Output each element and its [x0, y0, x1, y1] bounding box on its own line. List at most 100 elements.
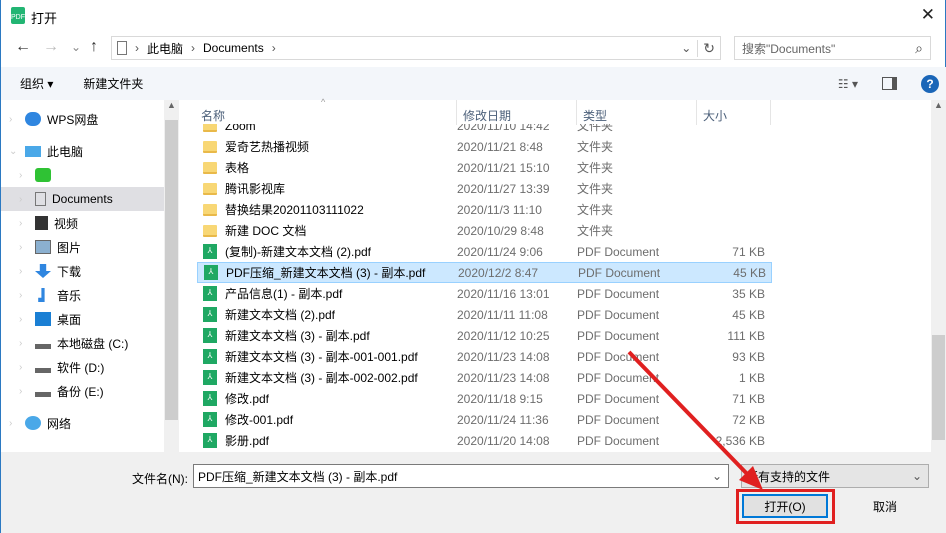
file-name: 爱奇艺热播视频 — [225, 140, 310, 154]
title-bar: PDF 打开 ✕ — [1, 0, 946, 32]
pdf-file-icon: ⅄ — [203, 391, 217, 406]
chevron-right-icon[interactable]: › — [9, 418, 12, 429]
refresh-button[interactable]: ↻ — [697, 39, 720, 57]
sidebar-item-label: 图片 — [57, 240, 82, 255]
file-list-scrollbar[interactable]: ▲ — [931, 100, 946, 452]
cancel-button[interactable]: 取消 — [841, 494, 929, 518]
sidebar-item[interactable]: › WPS网盘 — [1, 107, 164, 131]
file-type-filter[interactable]: 所有支持的文件 ⌄ — [741, 464, 929, 488]
file-row[interactable]: ⅄ 新建文本文档 (3) - 副本-002-002.pdf 2020/11/23 1… — [197, 367, 772, 388]
back-button[interactable]: ← — [15, 38, 31, 56]
chevron-right-icon[interactable]: › — [19, 314, 22, 325]
sidebar-item[interactable]: › 软件 (D:) — [1, 355, 164, 379]
file-type-filter-value: 所有支持的文件 — [746, 469, 831, 484]
sidebar-item[interactable]: › 网络 — [1, 411, 164, 435]
file-name: 新建文本文档 (3) - 副本.pdf — [225, 329, 370, 343]
sidebar-item[interactable]: › Documents — [1, 187, 164, 211]
file-row[interactable]: 腾讯影视库 2020/11/27 13:39 文件夹 — [197, 178, 772, 199]
column-size[interactable]: 大小 — [697, 100, 771, 125]
file-type: PDF Document — [578, 265, 661, 280]
sidebar-item-label: 视频 — [54, 216, 79, 231]
address-bar[interactable]: › 此电脑 › Documents › ⌄ ↻ — [111, 36, 721, 60]
file-size: 71 KB — [732, 244, 765, 259]
drive-icon — [35, 367, 51, 373]
window-title: 打开 — [31, 11, 58, 26]
filename-value: PDF压缩_新建文本文档 (3) - 副本.pdf — [198, 469, 398, 484]
forward-button[interactable]: → — [43, 38, 59, 56]
chevron-right-icon[interactable]: › — [19, 386, 22, 397]
breadcrumb-this-pc[interactable]: 此电脑 — [147, 40, 183, 57]
sidebar-item[interactable]: › 本地磁盘 (C:) — [1, 331, 164, 355]
sidebar-item[interactable]: › 桌面 — [1, 307, 164, 331]
file-name: 表格 — [225, 161, 250, 175]
file-row[interactable]: ⅄ 新建文本文档 (2).pdf 2020/11/11 11:08 PDF Docum… — [197, 304, 772, 325]
file-row[interactable]: ⅄ 影册.pdf 2020/11/20 14:08 PDF Document 2,536… — [197, 430, 772, 451]
sidebar-item-label: 本地磁盘 (C:) — [57, 336, 129, 351]
chevron-right-icon[interactable]: › — [19, 266, 22, 277]
file-size: 1 KB — [738, 370, 765, 385]
sidebar-item[interactable]: › 下载 — [1, 259, 164, 283]
file-list-scroll-thumb[interactable] — [932, 335, 945, 440]
toolbar: 组织 ▾ 新建文件夹 ☷ ▾ ? — [1, 67, 946, 100]
address-dropdown-button[interactable]: ⌄ — [675, 41, 697, 55]
help-icon[interactable]: ? — [921, 74, 939, 93]
sidebar-scroll-thumb[interactable] — [165, 120, 178, 420]
chevron-right-icon[interactable]: › — [19, 218, 22, 229]
computer-icon — [25, 145, 41, 157]
chevron-right-icon[interactable]: › — [19, 242, 22, 253]
chevron-right-icon[interactable]: › — [19, 290, 22, 301]
file-name: 修改.pdf — [225, 392, 270, 406]
new-folder-button[interactable]: 新建文件夹 — [83, 75, 143, 92]
recent-locations-button[interactable]: ⌄ — [71, 40, 81, 54]
file-size: 111 KB — [727, 328, 765, 343]
search-icon: ⌕ — [915, 39, 923, 56]
chevron-right-icon[interactable]: › — [19, 194, 22, 205]
file-row[interactable]: 表格 2020/11/21 15:10 文件夹 — [197, 157, 772, 178]
sidebar-item-label: WPS网盘 — [47, 112, 99, 127]
sidebar-item[interactable]: › 视频 — [1, 211, 164, 235]
chevron-right-icon[interactable]: › — [9, 114, 12, 125]
sidebar-item-label: 此电脑 — [47, 144, 84, 159]
sidebar-item[interactable]: › — [1, 163, 164, 187]
chevron-down-icon[interactable]: ⌄ — [712, 469, 722, 483]
navigation-pane: › WPS网盘 ⌄ 此电脑 › › Documents › 视频 › 图片 › 下载 › 音乐 › 桌面 › 本地磁… — [1, 100, 164, 452]
pdf-file-icon: ⅄ — [203, 412, 217, 427]
up-button[interactable]: ↑ — [90, 38, 98, 56]
file-row[interactable]: ⅄ 新建文本文档 (3) - 副本-001-001.pdf 2020/11/23 1… — [197, 346, 772, 367]
file-row[interactable]: 替换结果20201103111022 2020/11/3 11:10 文件夹 — [197, 199, 772, 220]
preview-pane-icon[interactable] — [882, 77, 897, 90]
file-type: PDF Document — [577, 244, 660, 259]
chevron-right-icon[interactable]: › — [19, 170, 22, 181]
organize-menu[interactable]: 组织 ▾ — [20, 75, 53, 92]
file-row[interactable]: 新建 DOC 文档 2020/10/29 8:48 文件夹 — [197, 220, 772, 241]
column-name[interactable]: 名称 ^ — [179, 97, 457, 125]
close-icon[interactable]: ✕ — [921, 5, 935, 25]
sidebar-item[interactable]: › 音乐 — [1, 283, 164, 307]
column-type[interactable]: 类型 — [577, 100, 697, 125]
chevron-right-icon[interactable]: › — [19, 362, 22, 373]
file-type: 文件夹 — [577, 140, 614, 154]
file-size: 93 KB — [732, 349, 765, 364]
file-row[interactable]: ⅄ 修改.pdf 2020/11/18 9:15 PDF Document 71 KB — [197, 388, 772, 409]
column-date[interactable]: 修改日期 — [457, 100, 577, 125]
chevron-right-icon[interactable]: › — [19, 338, 22, 349]
file-row[interactable]: ⅄ PDF压缩_新建文本文档 (3) - 副本.pdf 2020/12/2 8:47… — [197, 262, 772, 283]
file-row[interactable]: ⅄ 产品信息(1) - 副本.pdf 2020/11/16 13:01 PDF Doc… — [197, 283, 772, 304]
file-row[interactable]: ⅄ 新建文本文档 (3) - 副本.pdf 2020/11/12 10:25 PDF … — [197, 325, 772, 346]
sidebar-item[interactable]: › 图片 — [1, 235, 164, 259]
chevron-right-icon[interactable]: ⌄ — [9, 146, 17, 157]
file-date: 2020/11/24 9:06 — [457, 244, 543, 259]
sidebar-scrollbar[interactable]: ▲ — [164, 100, 179, 452]
sidebar-item[interactable]: › 备份 (E:) — [1, 379, 164, 403]
file-row[interactable]: ⅄ (复制)-新建文本文档 (2).pdf 2020/11/24 9:06 PDF D… — [197, 241, 772, 262]
search-input[interactable]: 搜索"Documents" ⌕ — [734, 36, 931, 60]
file-name: (复制)-新建文本文档 (2).pdf — [225, 245, 372, 259]
filename-input[interactable]: PDF压缩_新建文本文档 (3) - 副本.pdf ⌄ — [193, 464, 729, 488]
file-row[interactable]: ⅄ 修改-001.pdf 2020/11/24 11:36 PDF Document 7… — [197, 409, 772, 430]
file-row[interactable]: 爱奇艺热播视频 2020/11/21 8:48 文件夹 — [197, 136, 772, 157]
sidebar-item[interactable]: ⌄ 此电脑 — [1, 139, 164, 163]
search-placeholder: 搜索"Documents" — [742, 41, 836, 56]
pdf-file-icon: ⅄ — [204, 265, 218, 280]
view-options-button[interactable]: ☷ ▾ — [838, 77, 858, 91]
breadcrumb-documents[interactable]: Documents — [203, 41, 264, 55]
